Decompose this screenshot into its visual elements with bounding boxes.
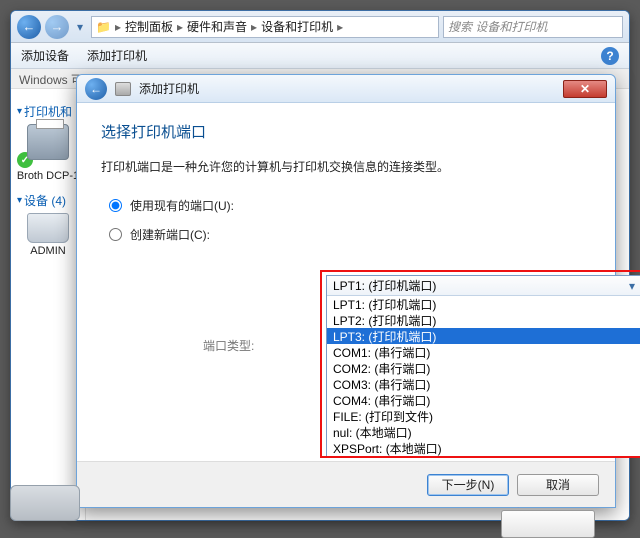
dropdown-option[interactable]: COM1: (串行端口) (327, 344, 640, 360)
radio-label: 创建新端口(C): (130, 226, 240, 243)
toolbar: 添加设备 添加打印机 ? (11, 43, 629, 69)
cancel-button[interactable]: 取消 (517, 474, 599, 496)
title-bar: ← → ▾ 📁 ▸ 控制面板 ▸ 硬件和声音 ▸ 设备和打印机 ▸ 搜索 设备和… (11, 11, 629, 43)
dropdown-option[interactable]: COM4: (串行端口) (327, 392, 640, 408)
dialog-back-button[interactable]: ← (85, 78, 107, 100)
dropdown-option[interactable]: nul: (本地端口) (327, 424, 640, 440)
nav-back-button[interactable]: ← (17, 15, 41, 39)
dropdown-option[interactable]: LPT3: (打印机端口) (327, 328, 640, 344)
dropdown-option[interactable]: LPT2: (打印机端口) (327, 312, 640, 328)
next-button[interactable]: 下一步(N) (427, 474, 509, 496)
dropdown-list: LPT1: (打印机端口)LPT2: (打印机端口)LPT3: (打印机端口)C… (327, 296, 640, 456)
port-type-label: 端口类型: (203, 337, 254, 354)
dialog-heading: 选择打印机端口 (101, 121, 591, 142)
printers-category[interactable]: 打印机和 (17, 103, 79, 120)
search-input[interactable]: 搜索 设备和打印机 (443, 16, 623, 38)
nav-history-chevron-icon[interactable]: ▾ (73, 15, 87, 39)
devices-category[interactable]: 设备 (4) (17, 192, 79, 209)
dialog-titlebar: ← 添加打印机 ✕ (77, 75, 615, 103)
close-button[interactable]: ✕ (563, 80, 607, 98)
dialog-footer: 下一步(N) 取消 (77, 461, 615, 507)
radio-input[interactable] (109, 199, 122, 212)
hdd-icon (27, 213, 69, 243)
breadcrumb[interactable]: 设备和打印机 (261, 18, 333, 35)
add-printer-button[interactable]: 添加打印机 (87, 47, 147, 64)
info-text: Windows 可 (19, 73, 83, 87)
printer-icon (27, 124, 69, 160)
add-printer-dialog: ← 添加打印机 ✕ 选择打印机端口 打印机端口是一种允许您的计算机与打印机交换信… (76, 74, 616, 508)
breadcrumb-sep-icon: ▸ (251, 20, 257, 34)
breadcrumb-sep-icon: ▸ (337, 20, 343, 34)
devices-pane: 打印机和 ✓ Broth DCP-1 设备 (4) ADMIN (11, 89, 86, 520)
camera-device-icon (10, 485, 80, 521)
breadcrumb[interactable]: 硬件和声音 (187, 18, 247, 35)
hdd-device[interactable]: ADMIN (15, 213, 81, 257)
port-dropdown[interactable]: LPT1: (打印机端口) LPT1: (打印机端口)LPT2: (打印机端口)… (326, 275, 640, 457)
printer-device[interactable]: ✓ Broth DCP-1 (15, 124, 81, 182)
search-placeholder: 搜索 设备和打印机 (448, 18, 547, 35)
dialog-title: 添加打印机 (139, 80, 199, 97)
nav-forward-button[interactable]: → (45, 15, 69, 39)
dropdown-option[interactable]: COM2: (串行端口) (327, 360, 640, 376)
device-label: Broth DCP-1 (15, 170, 81, 182)
device-label: ADMIN (15, 245, 81, 257)
radio-label: 使用现有的端口(U): (130, 197, 240, 214)
dropdown-option[interactable]: LPT1: (打印机端口) (327, 296, 640, 312)
dialog-subtext: 打印机端口是一种允许您的计算机与打印机交换信息的连接类型。 (101, 158, 591, 175)
breadcrumb[interactable]: 控制面板 (125, 18, 173, 35)
breadcrumb-sep-icon: ▸ (177, 20, 183, 34)
dropdown-option[interactable]: XPSPort: (本地端口) (327, 440, 640, 456)
add-device-button[interactable]: 添加设备 (21, 47, 69, 64)
help-icon[interactable]: ? (601, 47, 619, 65)
breadcrumb-sep-icon: ▸ (115, 20, 121, 34)
radio-input[interactable] (109, 228, 122, 241)
radio-existing-port[interactable]: 使用现有的端口(U): (109, 197, 591, 214)
address-bar[interactable]: 📁 ▸ 控制面板 ▸ 硬件和声音 ▸ 设备和打印机 ▸ (91, 16, 439, 38)
dropdown-option[interactable]: COM3: (串行端口) (327, 376, 640, 392)
dropdown-selected[interactable]: LPT1: (打印机端口) (327, 276, 640, 296)
radio-new-port[interactable]: 创建新端口(C): (109, 226, 591, 243)
printer-small-icon (115, 82, 131, 96)
dropdown-option[interactable]: FILE: (打印到文件) (327, 408, 640, 424)
folder-icon: 📁 (96, 20, 111, 34)
